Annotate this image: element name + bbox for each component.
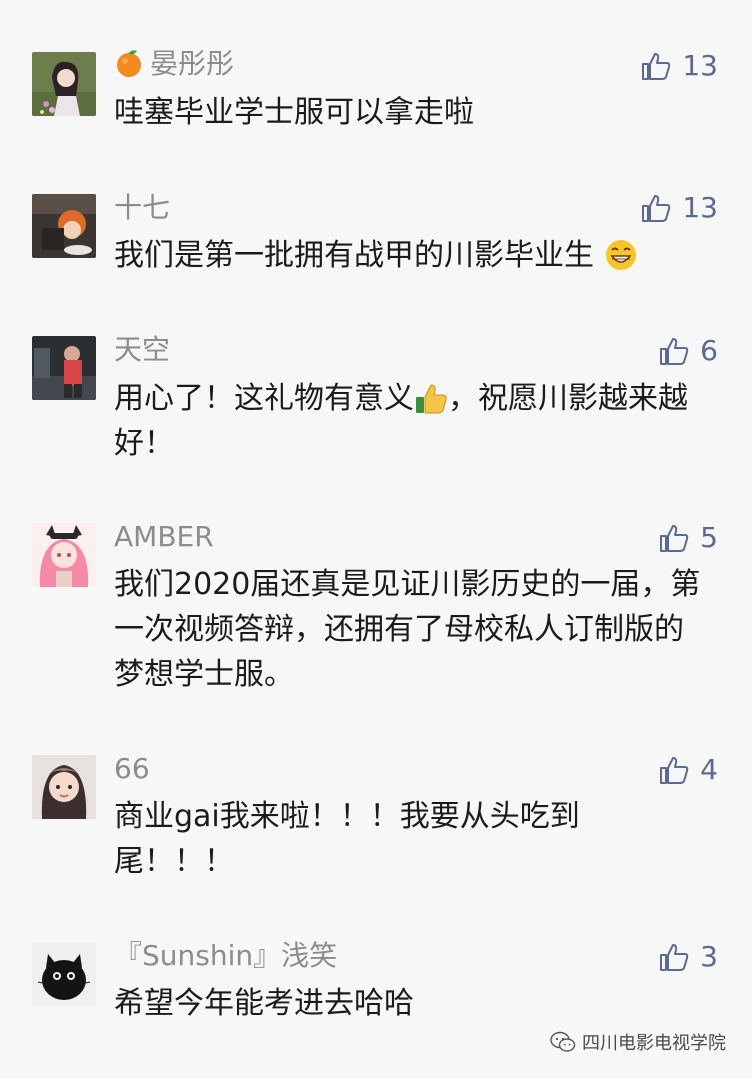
thumbs-up-icon [660,757,689,784]
comment-text-part1: 用心了！这礼物有意义 [114,381,414,416]
comment-author[interactable]: 十七 [114,190,170,226]
comment-text: 哇塞毕业学士服可以拿走啦 [114,95,474,130]
thumbs-up-icon [642,53,671,80]
like-button[interactable]: 13 [640,48,718,84]
like-count: 13 [682,49,718,82]
like-button[interactable]: 3 [658,939,718,975]
comment-author[interactable]: 『Sunshin』浅笑 [114,938,337,974]
like-button[interactable]: 4 [658,752,718,788]
account-name: 四川电影电视学院 [582,1033,726,1054]
like-count: 5 [700,521,718,554]
thumbs-up-icon [660,338,689,365]
avatar[interactable] [32,52,96,116]
like-count: 13 [682,191,718,224]
avatar[interactable] [32,942,96,1006]
comment-text: 我们2020届还真是见证川影历史的一届，第一次视频答辩，还拥有了母校私人订制版的… [114,567,701,692]
thumbs-up-icon [660,525,689,552]
comment-text: 希望今年能考进去哈哈 [114,986,414,1021]
comment-text: 商业gai我来啦！！！我要从头吃到尾！！！ [114,799,580,879]
avatar[interactable] [32,194,96,258]
thumbs-up-icon [642,195,671,222]
comment-text-content: 我们是第一批拥有战甲的川影毕业生 [114,238,594,273]
avatar[interactable] [32,336,96,400]
thumbs-up-icon [660,944,689,971]
grin-emoji-icon [605,240,636,270]
comment-author[interactable]: 天空 [114,332,170,368]
comment-author[interactable]: 晏彤彤 [114,46,234,82]
orange-emoji-icon [117,50,141,77]
comment-text: 用心了！这礼物有意义 ，祝愿川影越来越好！ [114,376,704,466]
like-button[interactable]: 6 [658,333,718,369]
like-button[interactable]: 13 [640,190,718,226]
account-watermark: 四川电影电视学院 [550,1029,726,1055]
like-count: 4 [700,753,718,786]
thumbs-up-emoji-icon [416,384,447,414]
wechat-icon [550,1031,576,1052]
like-count: 6 [700,334,718,367]
like-button[interactable]: 5 [658,520,718,556]
comment-author[interactable]: 66 [114,751,150,787]
avatar[interactable] [32,755,96,819]
like-count: 3 [700,940,718,973]
comment-author[interactable]: AMBER [114,519,214,555]
avatar[interactable] [32,523,96,587]
comment-text: 我们是第一批拥有战甲的川影毕业生 [114,233,714,278]
